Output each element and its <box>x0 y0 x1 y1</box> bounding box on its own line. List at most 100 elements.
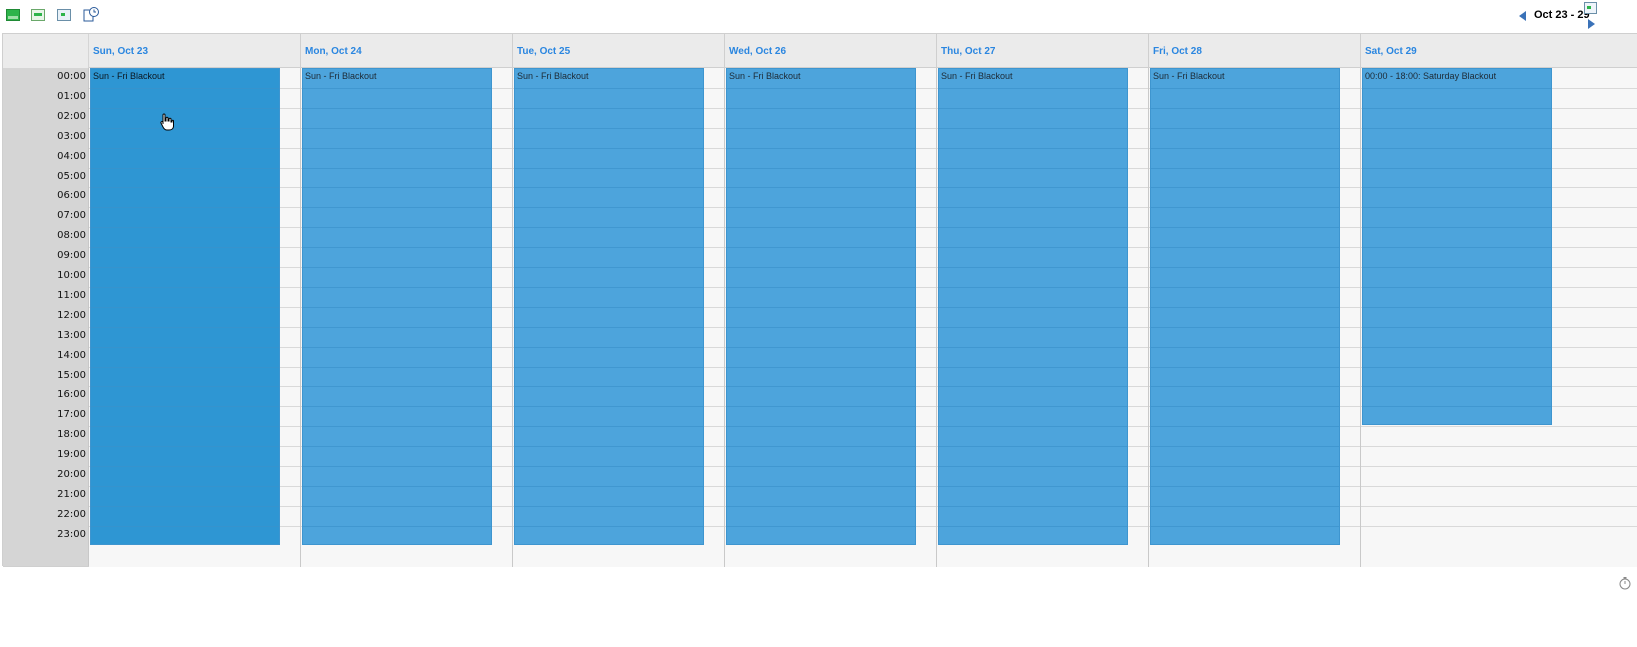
day-header[interactable]: Fri, Oct 28 <box>1149 34 1361 68</box>
day-header[interactable]: Tue, Oct 25 <box>513 34 725 68</box>
event-hour-line <box>515 267 703 268</box>
event-hour-line <box>939 426 1127 428</box>
date-range-label: Oct 23 - 29 <box>1534 9 1590 21</box>
event-hour-line <box>515 366 703 368</box>
event-hour-line <box>515 286 703 288</box>
event-hour-line <box>727 267 915 268</box>
time-slot-label: 04:00 <box>57 150 86 162</box>
day-column[interactable]: Sun - Fri Blackout <box>1149 68 1361 567</box>
day-column[interactable]: Sun - Fri Blackout <box>513 68 725 567</box>
event-hour-line <box>1363 406 1551 408</box>
week-view-icon[interactable] <box>31 8 45 22</box>
day-column[interactable]: Sun - Fri Blackout <box>725 68 937 567</box>
event-title: Sun - Fri Blackout <box>1153 71 1225 81</box>
event-hour-line <box>939 127 1127 129</box>
event-hour-line <box>303 366 491 368</box>
event-hour-line <box>1151 306 1339 308</box>
event-hour-line <box>91 306 279 308</box>
event-hour-line <box>939 267 1127 268</box>
time-slot-label: 21:00 <box>57 488 86 500</box>
event-hour-line <box>303 147 491 149</box>
blackout-event[interactable]: Sun - Fri Blackout <box>726 68 916 545</box>
day-header[interactable]: Thu, Oct 27 <box>937 34 1149 68</box>
blackout-event[interactable]: Sun - Fri Blackout <box>1150 68 1340 545</box>
event-hour-line <box>515 247 703 249</box>
event-hour-line <box>515 107 703 109</box>
previous-week-button[interactable] <box>1519 8 1527 26</box>
event-hour-line <box>727 366 915 368</box>
time-slot-label: 15:00 <box>57 369 86 381</box>
day-column[interactable]: 00:00 - 18:00: Saturday Blackout <box>1361 68 1637 567</box>
event-hour-line <box>939 525 1127 527</box>
event-hour-line <box>303 485 491 487</box>
event-hour-line <box>303 207 491 209</box>
event-hour-line <box>303 167 491 169</box>
day-header[interactable]: Sun, Oct 23 <box>89 34 301 68</box>
hour-gridline <box>1361 466 1637 467</box>
time-slot-label: 11:00 <box>57 289 86 301</box>
event-hour-line <box>939 227 1127 229</box>
event-hour-line <box>1151 247 1339 249</box>
event-hour-line <box>1151 207 1339 209</box>
event-hour-line <box>939 147 1127 149</box>
event-hour-line <box>303 525 491 527</box>
event-hour-line <box>303 326 491 328</box>
event-title: Sun - Fri Blackout <box>729 71 801 81</box>
stopwatch-icon[interactable] <box>1618 576 1632 595</box>
day-column[interactable]: Sun - Fri Blackout <box>89 68 301 567</box>
hand-cursor-icon <box>160 113 174 136</box>
event-hour-line <box>303 306 491 308</box>
day-header[interactable]: Wed, Oct 26 <box>725 34 937 68</box>
event-title: Sun - Fri Blackout <box>305 71 377 81</box>
event-hour-line <box>939 366 1127 368</box>
week-grid: 00:00 01:00 02:00 03:00 04:00 05:00 06:00 07:00… <box>2 33 1637 567</box>
event-hour-line <box>1363 207 1551 209</box>
day-column[interactable]: Sun - Fri Blackout <box>301 68 513 567</box>
time-slot-label: 16:00 <box>57 389 86 401</box>
event-hour-line <box>1151 87 1339 89</box>
blackout-event[interactable]: 00:00 - 18:00: Saturday Blackout <box>1362 68 1552 426</box>
time-slot-label: 13:00 <box>57 329 86 341</box>
time-slot-label: 00:00 <box>57 71 86 82</box>
day-column[interactable]: Sun - Fri Blackout <box>937 68 1149 567</box>
event-hour-line <box>91 147 279 149</box>
event-hour-line <box>727 426 915 428</box>
event-hour-line <box>515 87 703 89</box>
event-hour-line <box>515 147 703 149</box>
event-hour-line <box>727 127 915 129</box>
time-slot-label: 14:00 <box>57 349 86 361</box>
event-hour-line <box>939 187 1127 189</box>
month-view-icon[interactable] <box>57 8 71 22</box>
event-hour-line <box>91 326 279 328</box>
blackout-event[interactable]: Sun - Fri Blackout <box>938 68 1128 545</box>
event-hour-line <box>1151 187 1339 189</box>
event-hour-line <box>939 466 1127 467</box>
event-hour-line <box>515 525 703 527</box>
blackout-event[interactable]: Sun - Fri Blackout <box>514 68 704 545</box>
event-hour-line <box>515 406 703 408</box>
blackout-event[interactable]: Sun - Fri Blackout <box>90 68 280 545</box>
day-header[interactable]: Sat, Oct 29 <box>1361 34 1637 68</box>
event-hour-line <box>727 286 915 288</box>
event-hour-line <box>1151 147 1339 149</box>
event-hour-line <box>727 485 915 487</box>
next-week-button[interactable] <box>1588 16 1596 34</box>
event-hour-line <box>91 426 279 428</box>
event-hour-line <box>303 267 491 268</box>
event-hour-line <box>91 446 279 448</box>
day-view-icon[interactable] <box>6 8 20 22</box>
schedule-view-icon[interactable] <box>83 6 99 22</box>
event-hour-line <box>91 187 279 189</box>
header-gutter <box>3 34 89 68</box>
event-hour-line <box>939 247 1127 249</box>
event-hour-line <box>1151 406 1339 408</box>
event-hour-line <box>727 147 915 149</box>
event-hour-line <box>1363 227 1551 229</box>
day-header[interactable]: Mon, Oct 24 <box>301 34 513 68</box>
event-hour-line <box>727 87 915 89</box>
event-hour-line <box>515 306 703 308</box>
event-title: 00:00 - 18:00: Saturday Blackout <box>1365 71 1497 81</box>
event-hour-line <box>727 227 915 229</box>
event-hour-line <box>1151 446 1339 448</box>
blackout-event[interactable]: Sun - Fri Blackout <box>302 68 492 545</box>
